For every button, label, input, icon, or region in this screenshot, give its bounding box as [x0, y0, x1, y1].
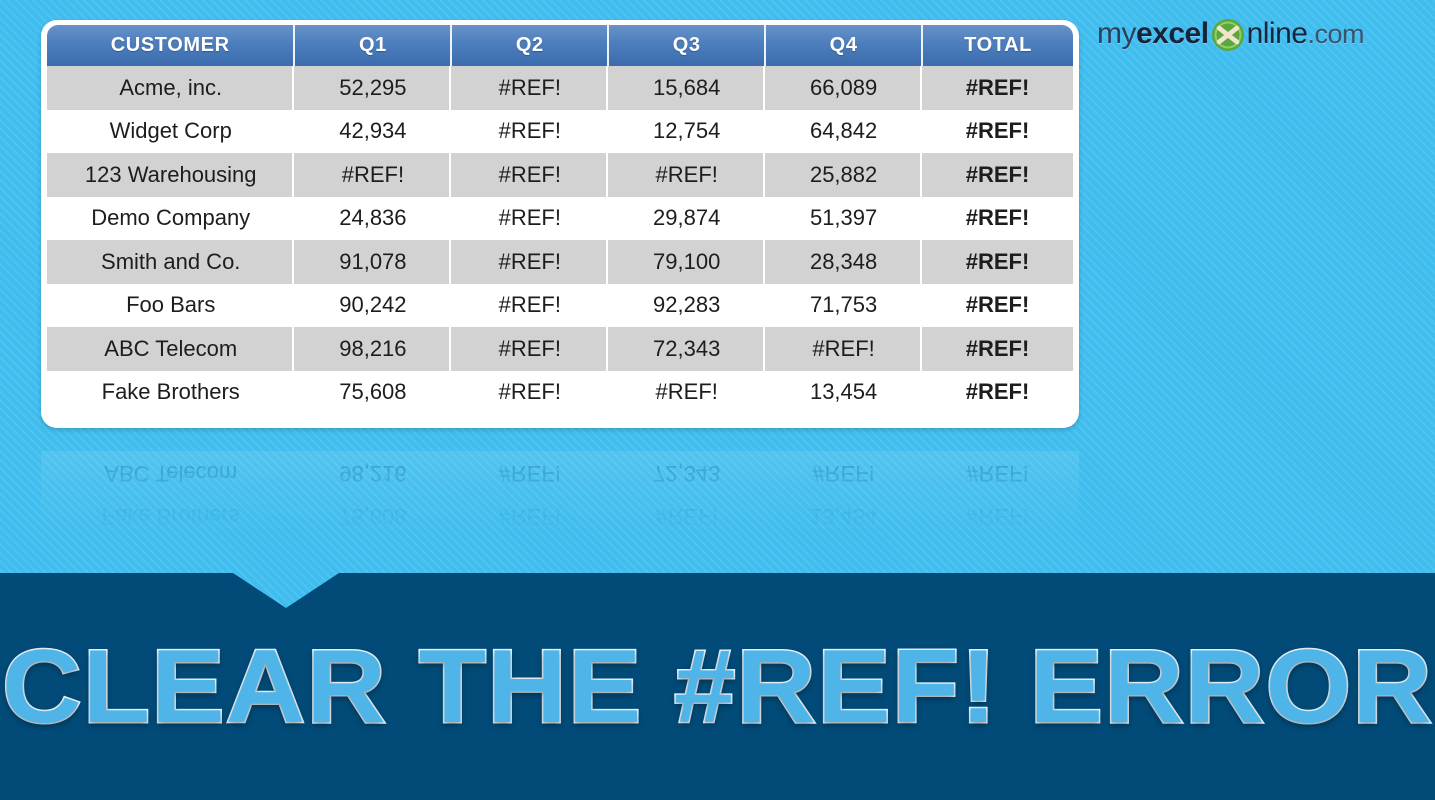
cell-q1[interactable]: 75,608 — [294, 370, 452, 414]
reflection-cell-q2: #REF! — [498, 460, 561, 486]
reflection-row: Fake Brothers 75,608 #REF! #REF! 13,454 #REF! — [47, 495, 1073, 539]
cell-q4[interactable]: 71,753 — [765, 283, 923, 327]
cell-customer[interactable]: 123 Warehousing — [47, 153, 295, 197]
customer-quarterly-table: CUSTOMER Q1 Q2 Q3 Q4 TOTAL Acme, inc. 52,… — [47, 25, 1073, 414]
cell-q1[interactable]: 91,078 — [294, 240, 452, 284]
cell-q4[interactable]: 66,089 — [765, 66, 923, 110]
reflection-cell-q2: #REF! — [498, 504, 561, 530]
cell-q3[interactable]: 15,684 — [608, 66, 766, 110]
reflection-row: ABC Telecom 98,216 #REF! 72,343 #REF! #REF! — [47, 451, 1073, 495]
header-row: CUSTOMER Q1 Q2 Q3 Q4 TOTAL — [47, 25, 1073, 66]
cell-total[interactable]: #REF! — [922, 196, 1073, 240]
table-row[interactable]: Smith and Co. 91,078 #REF! 79,100 28,348 #REF… — [47, 240, 1073, 284]
table-row[interactable]: 123 Warehousing #REF! #REF! #REF! 25,882 #REF… — [47, 153, 1073, 197]
column-header-q2[interactable]: Q2 — [451, 25, 610, 66]
cell-total[interactable]: #REF! — [922, 327, 1073, 371]
logo-text-my: my — [1097, 17, 1137, 50]
cell-q2[interactable]: #REF! — [451, 153, 609, 197]
cell-total[interactable]: #REF! — [922, 370, 1073, 414]
cell-q2[interactable]: #REF! — [451, 283, 609, 327]
cell-q2[interactable]: #REF! — [451, 240, 609, 284]
reflection-body: Fake Brothers 75,608 #REF! #REF! 13,454 #REF!… — [47, 451, 1073, 538]
cell-total[interactable]: #REF! — [922, 283, 1073, 327]
cell-total[interactable]: #REF! — [922, 153, 1073, 197]
table-row[interactable]: ABC Telecom 98,216 #REF! 72,343 #REF! #REF! — [47, 327, 1073, 371]
reflection-cell-q4: #REF! — [812, 460, 875, 486]
cell-q1[interactable]: 42,934 — [294, 109, 452, 153]
reflection-cell-q3: 72,343 — [653, 460, 721, 486]
cell-customer[interactable]: Demo Company — [47, 196, 295, 240]
cell-customer[interactable]: Widget Corp — [47, 109, 295, 153]
excel-x-circle-icon — [1210, 17, 1246, 53]
logo-text-nline: nline — [1246, 17, 1308, 50]
cell-q3[interactable]: #REF! — [608, 153, 766, 197]
column-header-q3[interactable]: Q3 — [608, 25, 767, 66]
table-row[interactable]: Foo Bars 90,242 #REF! 92,283 71,753 #REF! — [47, 283, 1073, 327]
cell-q4[interactable]: 51,397 — [765, 196, 923, 240]
column-header-q4[interactable]: Q4 — [765, 25, 924, 66]
column-header-q1[interactable]: Q1 — [294, 25, 453, 66]
reflection-table: Fake Brothers 75,608 #REF! #REF! 13,454 #REF!… — [47, 451, 1073, 538]
reflection-cell-q4: 13,454 — [809, 504, 878, 530]
cell-customer[interactable]: Fake Brothers — [47, 370, 295, 414]
cell-q4[interactable]: 25,882 — [765, 153, 923, 197]
column-header-customer[interactable]: CUSTOMER — [47, 25, 296, 66]
cell-customer[interactable]: ABC Telecom — [47, 327, 295, 371]
cell-q1[interactable]: #REF! — [294, 153, 452, 197]
cell-q3[interactable]: 92,283 — [608, 283, 766, 327]
cell-q3[interactable]: #REF! — [608, 370, 766, 414]
logo-text-excel: excel — [1136, 17, 1209, 50]
myexcelonline-logo[interactable]: my excel nline .com — [1097, 16, 1364, 52]
cell-q4[interactable]: 28,348 — [765, 240, 923, 284]
logo-text-com: .com — [1307, 18, 1364, 49]
cell-q1[interactable]: 98,216 — [294, 327, 452, 371]
cell-q4[interactable]: 64,842 — [765, 109, 923, 153]
table-row[interactable]: Demo Company 24,836 #REF! 29,874 51,397 #REF! — [47, 196, 1073, 240]
spreadsheet-card: CUSTOMER Q1 Q2 Q3 Q4 TOTAL Acme, inc. 52,… — [41, 20, 1079, 428]
table-reflection: Fake Brothers 75,608 #REF! #REF! 13,454 #REF!… — [41, 428, 1079, 538]
table-body: Acme, inc. 52,295 #REF! 15,684 66,089 #REF! Wi… — [47, 66, 1073, 414]
reflection-cell-q1: 75,608 — [339, 504, 407, 530]
cell-q4[interactable]: 13,454 — [765, 370, 923, 414]
cell-customer[interactable]: Smith and Co. — [47, 240, 295, 284]
cell-q2[interactable]: #REF! — [451, 327, 609, 371]
cell-q2[interactable]: #REF! — [451, 196, 609, 240]
table-row[interactable]: Fake Brothers 75,608 #REF! #REF! 13,454 #REF! — [47, 370, 1073, 414]
cell-q4[interactable]: #REF! — [765, 327, 923, 371]
cell-q2[interactable]: #REF! — [451, 66, 609, 110]
reflection-cell-customer: Fake Brothers — [101, 504, 240, 530]
cell-total[interactable]: #REF! — [922, 66, 1073, 110]
banner-headline: CLEAR THE #REF! ERROR — [0, 628, 1433, 746]
table-row[interactable]: Acme, inc. 52,295 #REF! 15,684 66,089 #REF! — [47, 66, 1073, 110]
cell-q2[interactable]: #REF! — [451, 109, 609, 153]
cell-customer[interactable]: Acme, inc. — [47, 66, 295, 110]
cell-customer[interactable]: Foo Bars — [47, 283, 295, 327]
table-row[interactable]: Widget Corp 42,934 #REF! 12,754 64,842 #REF! — [47, 109, 1073, 153]
reflection-cell-customer: ABC Telecom — [104, 460, 238, 486]
column-header-total[interactable]: TOTAL — [922, 25, 1073, 66]
cell-q3[interactable]: 79,100 — [608, 240, 766, 284]
cell-q2[interactable]: #REF! — [451, 370, 609, 414]
cell-q1[interactable]: 52,295 — [294, 66, 452, 110]
cell-total[interactable]: #REF! — [922, 240, 1073, 284]
cell-q3[interactable]: 29,874 — [608, 196, 766, 240]
reflection-cell-total: #REF! — [966, 504, 1029, 530]
reflection-cell-total: #REF! — [966, 460, 1029, 486]
cell-q1[interactable]: 90,242 — [294, 283, 452, 327]
cell-total[interactable]: #REF! — [922, 109, 1073, 153]
reflection-cell-q3: #REF! — [655, 504, 718, 530]
slide-canvas: my excel nline .com CUSTOMER Q1 Q2 Q3 Q4 T… — [0, 0, 1435, 800]
cell-q3[interactable]: 12,754 — [608, 109, 766, 153]
table-header: CUSTOMER Q1 Q2 Q3 Q4 TOTAL — [47, 25, 1073, 66]
cell-q1[interactable]: 24,836 — [294, 196, 452, 240]
reflection-cell-q1: 98,216 — [339, 460, 407, 486]
cell-q3[interactable]: 72,343 — [608, 327, 766, 371]
